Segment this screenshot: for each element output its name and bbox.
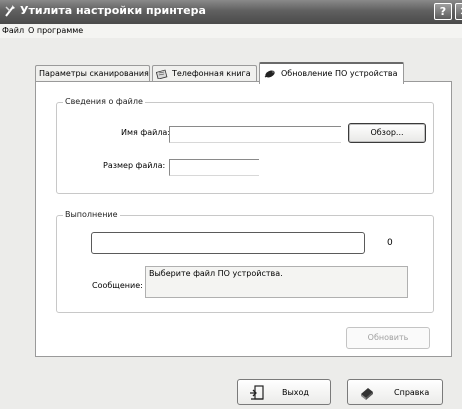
tab-firmware-update-label: Обновление ПО устройства (281, 69, 398, 78)
menu-file[interactable]: Файл (2, 26, 24, 35)
progress-legend: Выполнение (63, 210, 120, 219)
tab-phone-book-label: Телефонная книга (172, 69, 251, 78)
progress-group: Выполнение 0 Сообщение: Выберите файл ПО… (56, 210, 434, 313)
tab-firmware-update[interactable]: Обновление ПО устройства (259, 62, 404, 84)
progress-value: 0 (387, 238, 393, 248)
firmware-icon (264, 70, 275, 77)
file-info-group: Сведения о файле Имя файла: Обзор... Раз… (56, 97, 434, 194)
printer-settings-window: Утилита настройки принтера ? ✕ Файл О пр… (0, 0, 462, 409)
menu-bar: Файл О программе (0, 24, 462, 38)
app-tools-icon (5, 5, 15, 17)
exit-button-label: Выход (282, 388, 309, 397)
phone-book-icon (156, 69, 168, 79)
filesize-label: Размер файла: (103, 161, 166, 170)
close-title-button[interactable]: ✕ (455, 3, 462, 20)
tab-panel: Сведения о файле Имя файла: Обзор... Раз… (35, 81, 452, 357)
exit-button[interactable]: Выход (237, 379, 331, 405)
exit-door-icon (250, 385, 264, 400)
message-box: Выберите файл ПО устройства. (145, 266, 408, 298)
window-title: Утилита настройки принтера (20, 4, 206, 17)
progress-bar (91, 232, 365, 254)
title-bar[interactable]: Утилита настройки принтера ? ✕ (0, 0, 462, 24)
help-button-label: Справка (394, 388, 430, 397)
file-info-legend: Сведения о файле (63, 97, 145, 106)
filename-field[interactable] (169, 126, 341, 143)
menu-about[interactable]: О программе (28, 26, 83, 35)
update-button[interactable]: Обновить (346, 327, 430, 349)
help-title-button[interactable]: ? (434, 3, 452, 20)
message-text: Выберите файл ПО устройства. (149, 269, 283, 278)
filename-label: Имя файла: (121, 128, 171, 137)
message-label: Сообщение: (92, 281, 143, 290)
help-book-icon (361, 388, 373, 400)
tab-scan-settings-label: Параметры сканирования (39, 69, 149, 78)
browse-button[interactable]: Обзор... (348, 123, 426, 143)
help-button[interactable]: Справка (347, 379, 443, 405)
filesize-field (169, 159, 259, 176)
